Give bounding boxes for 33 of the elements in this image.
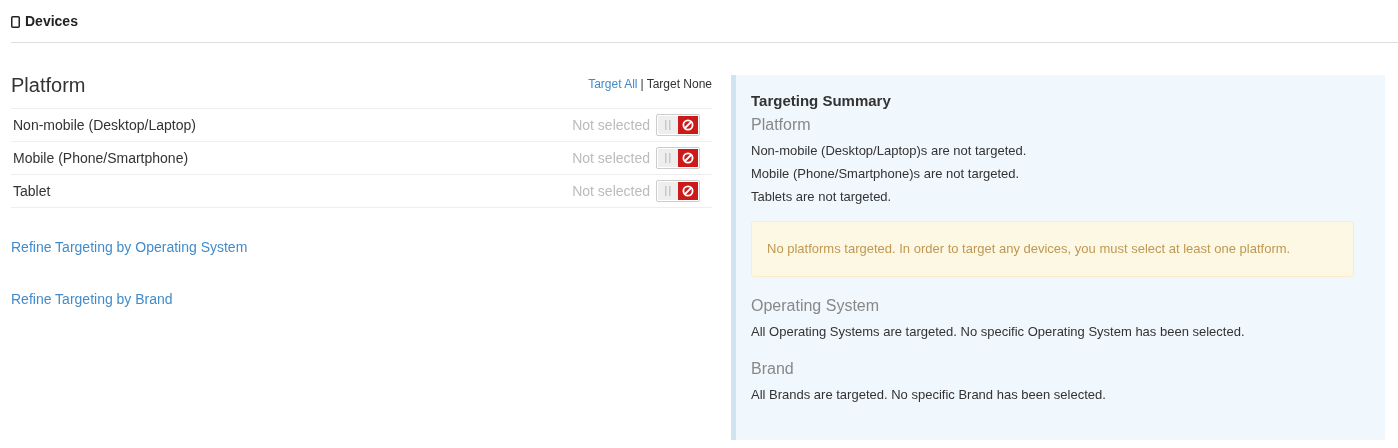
tablet-icon bbox=[11, 15, 20, 28]
status-text: Not selected bbox=[572, 181, 650, 201]
pause-icon bbox=[665, 120, 671, 130]
pause-icon bbox=[665, 186, 671, 196]
toggle-switch[interactable] bbox=[656, 147, 700, 169]
separator: | bbox=[640, 76, 644, 93]
target-none-link[interactable]: Target None bbox=[646, 75, 712, 93]
summary-title: Targeting Summary bbox=[751, 91, 892, 111]
summary-heading: Operating System bbox=[751, 295, 881, 316]
section-title: Devices bbox=[25, 12, 78, 31]
summary-text: Tablets are not targeted. bbox=[751, 189, 892, 205]
toggle-switch[interactable] bbox=[656, 114, 700, 136]
summary-text: Non-mobile (Desktop/Laptop)s are not targeted. bbox=[751, 143, 1027, 159]
summary-text: Mobile (Phone/Smartphone)s are not targeted. bbox=[751, 166, 1020, 182]
refine-link[interactable]: Refine Targeting by Brand bbox=[11, 289, 173, 310]
blocked-icon bbox=[682, 152, 694, 164]
summary-heading: Platform bbox=[751, 115, 812, 135]
blocked-icon bbox=[682, 119, 694, 131]
platform-label: Tablet bbox=[13, 181, 51, 201]
target-all-link[interactable]: Target All bbox=[588, 75, 638, 93]
platform-label: Non-mobile (Desktop/Laptop) bbox=[13, 115, 196, 135]
platform-heading: Platform bbox=[11, 73, 86, 98]
status-text: Not selected bbox=[572, 115, 650, 135]
warning-alert: No platforms targeted. In order to target any devices, you must select at least one platform. bbox=[751, 221, 1354, 277]
platform-label: Mobile (Phone/Smartphone) bbox=[13, 148, 189, 168]
toggle-switch[interactable] bbox=[656, 180, 700, 202]
pause-icon bbox=[665, 153, 671, 163]
blocked-icon bbox=[682, 185, 694, 197]
summary-text: All Brands are targeted. No specific Brand has been selected. bbox=[751, 386, 1106, 403]
refine-link[interactable]: Refine Targeting by Operating System bbox=[11, 237, 248, 258]
status-text: Not selected bbox=[572, 148, 650, 168]
summary-heading: Brand bbox=[751, 358, 795, 379]
summary-text: All Operating Systems are targeted. No specific Operating System has been selected. bbox=[751, 323, 1245, 340]
